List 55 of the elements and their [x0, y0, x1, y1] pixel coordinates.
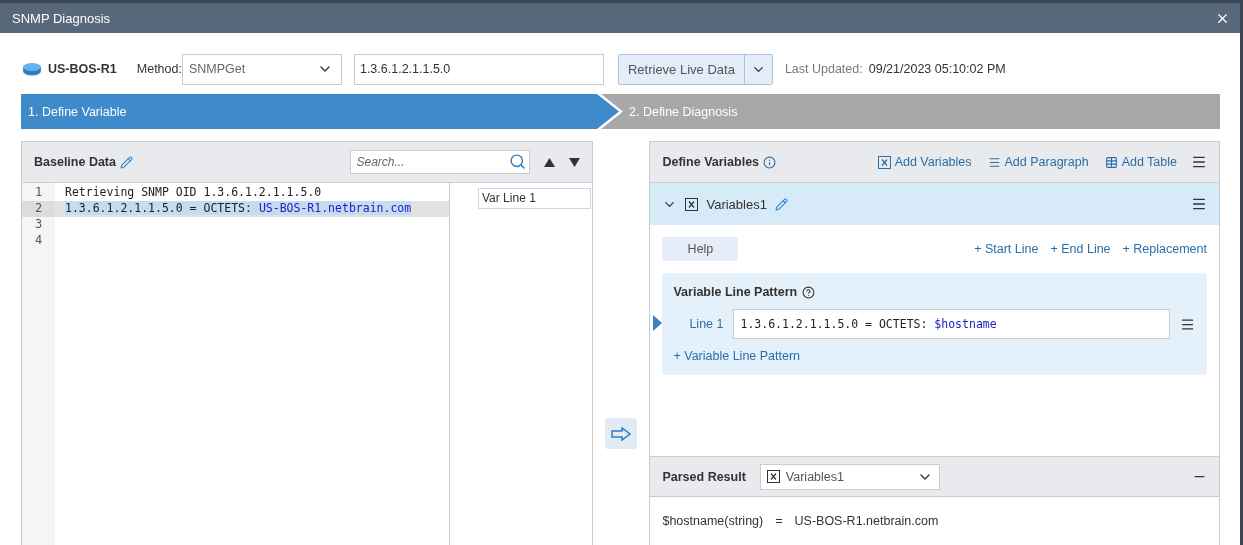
- pattern-title: Variable Line Pattern: [673, 285, 798, 299]
- menu-icon[interactable]: [1191, 196, 1207, 212]
- arrow-right-button[interactable]: [605, 418, 637, 449]
- variable-icon: [766, 470, 780, 483]
- add-link[interactable]: + Start Line: [974, 242, 1039, 256]
- variable-row[interactable]: Variables1: [650, 183, 1219, 225]
- paragraph-icon: [987, 155, 1001, 169]
- router-icon: [22, 62, 42, 76]
- search-field[interactable]: Search...: [349, 150, 530, 174]
- device-name: US-BOS-R1: [48, 62, 117, 76]
- toolbar-action[interactable]: Add Paragraph: [987, 155, 1089, 169]
- add-link[interactable]: + Replacement: [1122, 242, 1207, 256]
- variable-icon: [877, 155, 891, 169]
- add-link[interactable]: + End Line: [1050, 242, 1111, 256]
- help-button[interactable]: Help: [662, 237, 739, 261]
- line-label: Line 1: [688, 317, 725, 331]
- line-number: 3: [33, 217, 44, 233]
- toolbar-action[interactable]: Add Table: [1104, 155, 1177, 169]
- panel-title: Parsed Result: [662, 469, 746, 484]
- toolbar-action[interactable]: Add Variables: [877, 155, 972, 169]
- window-title: SNMP Diagnosis: [12, 10, 111, 26]
- panel-title: Baseline Data: [34, 155, 116, 169]
- down-arrow-icon[interactable]: [568, 157, 580, 167]
- info-icon[interactable]: [763, 155, 777, 169]
- up-arrow-icon[interactable]: [543, 157, 555, 167]
- line-number: 4: [33, 233, 44, 249]
- variable-name: Variables1: [706, 196, 767, 212]
- method-dropdown[interactable]: SNMPGet: [181, 53, 342, 85]
- add-pattern-link[interactable]: + Variable Line Pattern: [673, 349, 801, 363]
- arrow-right-icon: [611, 426, 631, 441]
- equals-sign: =: [775, 514, 783, 528]
- edit-icon[interactable]: [774, 197, 788, 211]
- search-icon[interactable]: [508, 153, 526, 170]
- menu-icon[interactable]: [1191, 154, 1207, 170]
- edit-icon[interactable]: [120, 155, 133, 169]
- panel-title: Define Variables: [662, 155, 760, 169]
- menu-icon[interactable]: [1180, 316, 1195, 332]
- pattern-field[interactable]: 1.3.6.1.2.1.1.5.0 = OCTETS: $hostname: [733, 309, 1170, 339]
- code-text: 1.3.6.1.2.1.1.5.0 = OCTETS:: [65, 201, 259, 215]
- var-line-tag[interactable]: Var Line 1: [478, 188, 591, 209]
- variable-icon: [685, 197, 699, 211]
- result-name: $hostname(string): [662, 514, 764, 528]
- result-dropdown[interactable]: Variables1: [759, 463, 940, 490]
- result-value: US-BOS-R1.netbrain.com: [794, 514, 939, 528]
- code-text: Retrieving SNMP OID 1.3.6.1.2.1.1.5.0: [65, 185, 322, 199]
- oid-field[interactable]: 1.3.6.1.2.1.1.5.0: [353, 53, 604, 85]
- line-number: 2: [22, 201, 55, 217]
- value-text: US-BOS-R1.netbrain.com: [258, 201, 412, 215]
- help-icon[interactable]: [802, 285, 816, 299]
- step-tab[interactable]: 1. Define Variable: [21, 94, 619, 129]
- last-updated-label: Last Updated:: [784, 62, 863, 76]
- last-updated-value: 09/21/2023 05:10:02 PM: [868, 62, 1006, 76]
- table-icon: [1104, 155, 1118, 169]
- method-label: Method:: [136, 62, 182, 76]
- line-number: 1: [33, 185, 44, 201]
